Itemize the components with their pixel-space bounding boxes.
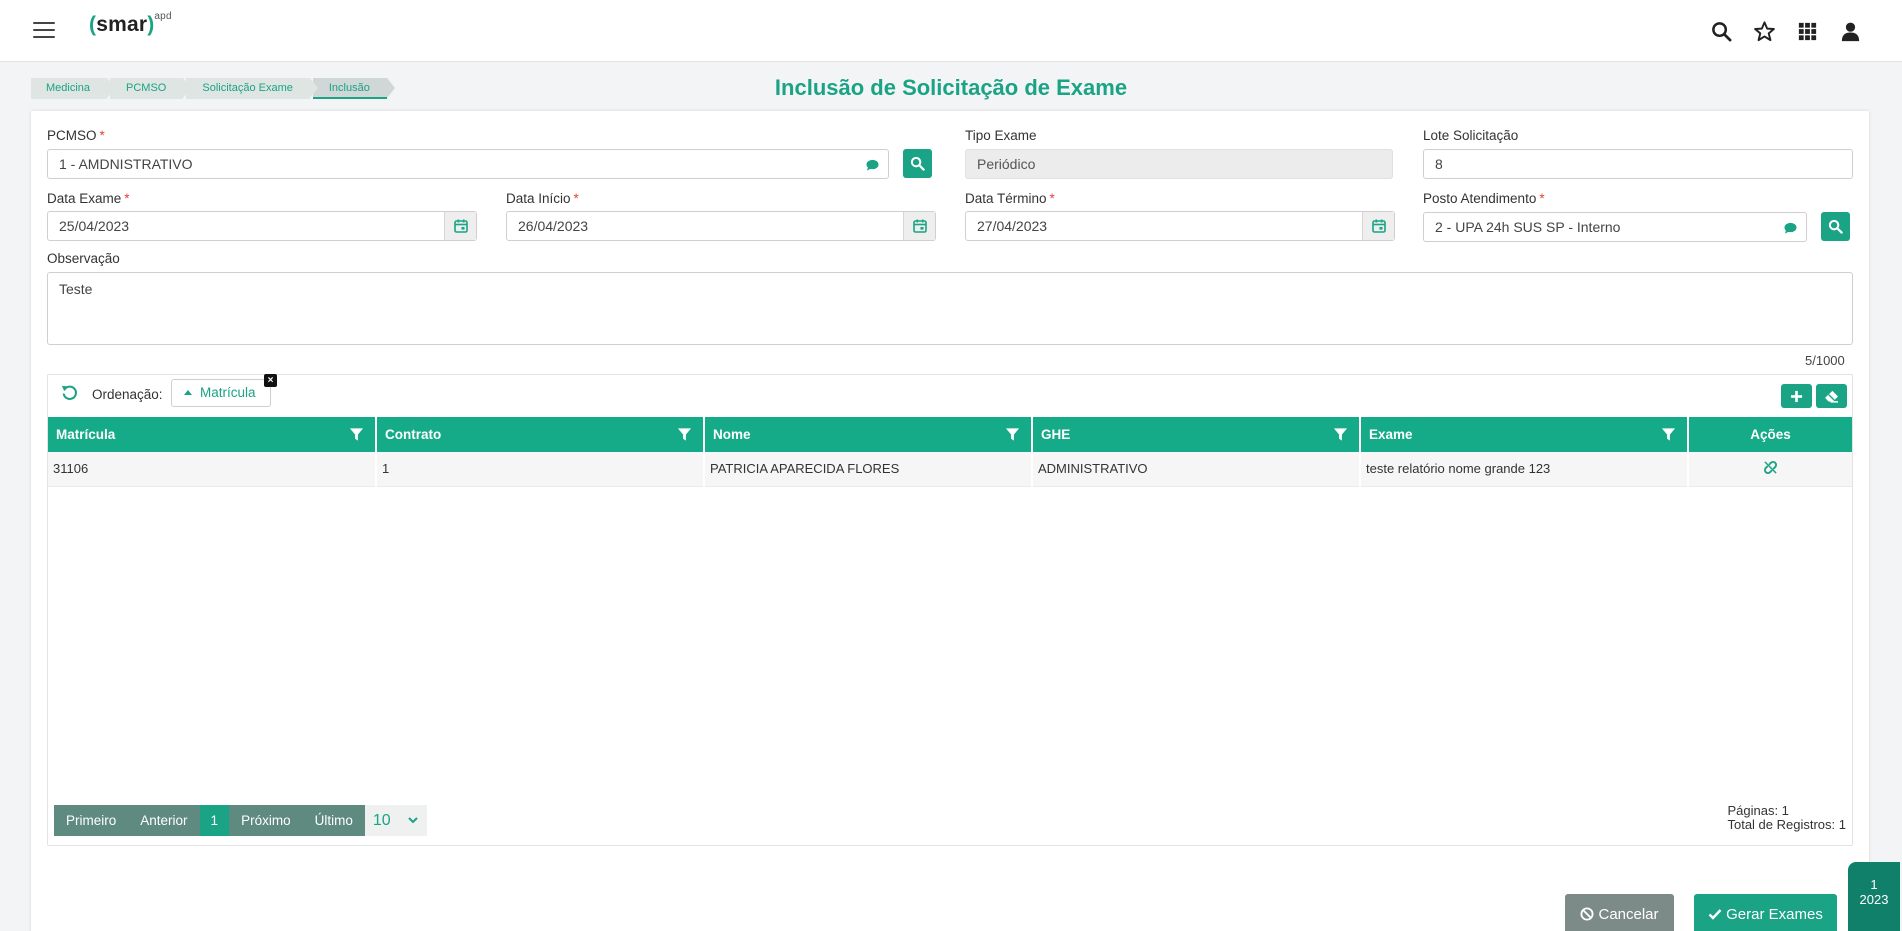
refresh-icon[interactable]	[60, 383, 79, 402]
column-exame[interactable]: Exame	[1360, 417, 1689, 452]
calendar-icon	[912, 219, 927, 233]
calendar-icon	[453, 219, 468, 233]
pager-info: Páginas: 1 Total de Registros: 1	[1727, 804, 1846, 832]
cell-nome: PATRICIA APARECIDA FLORES	[704, 452, 1033, 487]
cancel-button[interactable]: Cancelar	[1565, 894, 1674, 931]
exam-grid: Ordenação: Matrícula × Matrícula Contrat…	[47, 374, 1853, 846]
calendar-icon	[1371, 219, 1386, 233]
remove-sort-icon[interactable]: ×	[264, 374, 277, 387]
lote-input[interactable]: 8	[1423, 149, 1853, 179]
column-ghe[interactable]: GHE	[1032, 417, 1361, 452]
total-records: Total de Registros: 1	[1727, 817, 1846, 832]
tipo-exame-label: Tipo Exame	[965, 128, 1037, 143]
posto-label: Posto Atendimento *	[1423, 191, 1545, 206]
pagination: Primeiro Anterior 1 Próximo Último 10	[54, 805, 427, 836]
ban-icon	[1580, 907, 1594, 921]
data-inicio-label: Data Início *	[506, 191, 579, 206]
generate-exams-button[interactable]: Gerar Exames	[1694, 894, 1837, 931]
app-logo[interactable]: (smar)apd	[89, 11, 172, 37]
filter-icon[interactable]	[677, 427, 692, 442]
page-size-select[interactable]: 10	[364, 805, 427, 836]
data-exame-input[interactable]: 25/04/2023	[47, 211, 477, 241]
pages-count: Páginas: 1	[1727, 803, 1789, 818]
column-contrato[interactable]: Contrato	[376, 417, 705, 452]
top-bar: (smar)apd	[0, 0, 1902, 62]
user-icon[interactable]	[1839, 20, 1862, 43]
data-inicio-input[interactable]: 26/04/2023	[506, 211, 936, 241]
table-row[interactable]: 31106 1 PATRICIA APARECIDA FLORES ADMINI…	[48, 452, 1852, 487]
calendar-button[interactable]	[1362, 212, 1394, 240]
eraser-icon	[1825, 390, 1838, 403]
tipo-exame-field: Periódico	[965, 149, 1393, 179]
check-icon	[1708, 909, 1722, 920]
plus-icon	[1790, 390, 1803, 402]
observacao-textarea[interactable]: Teste	[47, 272, 1853, 345]
filter-icon[interactable]	[1661, 427, 1676, 442]
pcmso-search-button[interactable]	[903, 149, 932, 178]
pcmso-label: PCMSO *	[47, 128, 105, 143]
form-card: PCMSO * 1 - AMDNISTRATIVO Tipo Exame Peri…	[31, 111, 1869, 931]
search-icon	[1828, 219, 1843, 234]
data-exame-label: Data Exame *	[47, 191, 130, 206]
column-acoes: Ações	[1688, 417, 1852, 452]
comment-icon	[1784, 222, 1797, 234]
cell-exame: teste relatório nome grande 123	[1360, 452, 1689, 487]
posto-input[interactable]: 2 - UPA 24h SUS SP - Interno	[1423, 212, 1807, 242]
filter-icon[interactable]	[349, 427, 364, 442]
cell-ghe: ADMINISTRATIVO	[1032, 452, 1361, 487]
pager-next[interactable]: Próximo	[229, 805, 303, 836]
pager-first[interactable]: Primeiro	[54, 805, 129, 836]
data-termino-input[interactable]: 27/04/2023	[965, 211, 1395, 241]
page-title: Inclusão de Solicitação de Exame	[774, 75, 1128, 100]
year-badge[interactable]: 1 2023	[1848, 862, 1900, 931]
search-icon[interactable]	[1710, 20, 1733, 43]
cell-contrato: 1	[376, 452, 705, 487]
char-count: 5/1000	[1805, 353, 1845, 368]
filter-icon[interactable]	[1333, 427, 1348, 442]
cell-acoes	[1688, 452, 1852, 487]
calendar-button[interactable]	[444, 212, 476, 240]
observacao-label: Observação	[47, 251, 120, 266]
unlink-icon[interactable]	[1763, 460, 1778, 475]
filter-icon[interactable]	[1005, 427, 1020, 442]
calendar-button[interactable]	[903, 212, 935, 240]
sort-ascending-icon	[184, 390, 192, 395]
pager-current[interactable]: 1	[199, 805, 230, 836]
data-termino-label: Data Término *	[965, 191, 1055, 206]
lote-label: Lote Solicitação	[1423, 128, 1519, 143]
search-icon	[910, 156, 925, 171]
comment-icon	[866, 159, 879, 171]
menu-icon[interactable]	[33, 22, 55, 40]
clear-button[interactable]	[1816, 384, 1847, 408]
column-nome[interactable]: Nome	[704, 417, 1033, 452]
apps-grid-icon[interactable]	[1796, 20, 1819, 43]
pcmso-input[interactable]: 1 - AMDNISTRATIVO	[47, 149, 889, 179]
sort-label: Ordenação:	[92, 387, 163, 402]
add-row-button[interactable]	[1781, 384, 1812, 408]
star-icon[interactable]	[1753, 20, 1776, 43]
sort-chip-matricula[interactable]: Matrícula	[171, 379, 271, 407]
column-matricula[interactable]: Matrícula	[48, 417, 377, 452]
data-table: Matrícula Contrato Nome GHE Exame Ações …	[48, 417, 1852, 487]
chevron-down-icon	[408, 817, 418, 824]
pager-last[interactable]: Último	[302, 805, 365, 836]
cell-matricula: 31106	[48, 452, 377, 487]
posto-search-button[interactable]	[1821, 212, 1850, 241]
pager-prev[interactable]: Anterior	[128, 805, 200, 836]
